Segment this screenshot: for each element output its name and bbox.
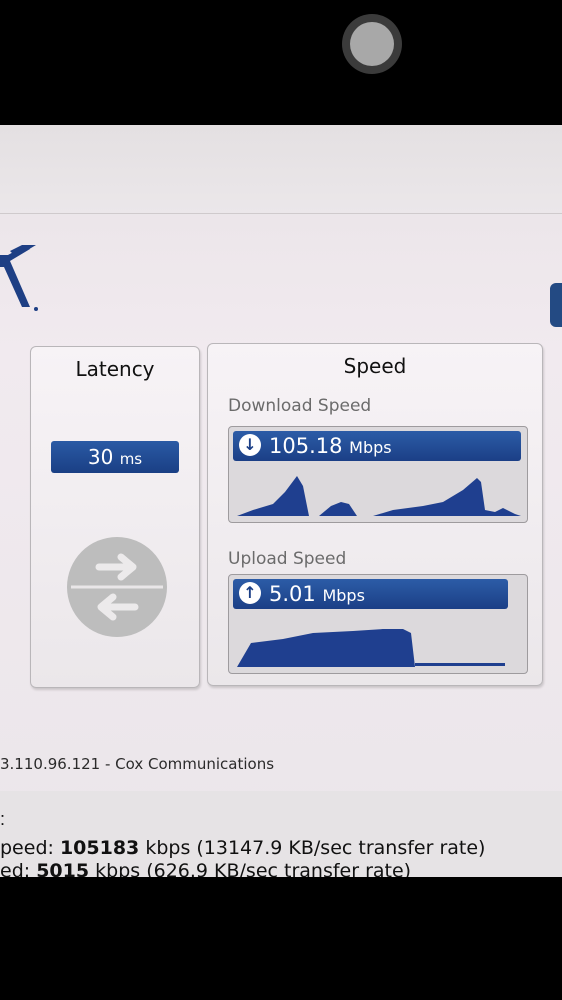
latency-unit: ms — [119, 450, 143, 468]
download-graph-box: ↓ 105.18 Mbps — [228, 426, 528, 523]
upload-speed-graph — [237, 629, 505, 667]
phone-camera-button — [342, 14, 402, 74]
download-speed-label: Download Speed — [228, 396, 372, 416]
speed-title: Speed — [343, 354, 407, 378]
monitor-screen: Latency 30 ms Speed Download Speed ↓ 105.… — [0, 125, 562, 877]
upload-graph-box: ↑ 5.01 Mbps — [228, 574, 528, 674]
latency-title: Latency — [75, 357, 155, 381]
download-result-line: peed: 105183 kbps (13147.9 KB/sec transf… — [0, 837, 485, 859]
ip-provider-text: 3.110.96.121 - Cox Communications — [0, 755, 275, 773]
upload-kbps: 5015 — [36, 860, 90, 877]
download-unit: Mbps — [349, 438, 392, 457]
down-arrow-icon: ↓ — [239, 434, 261, 456]
download-speed-bar: ↓ 105.18 Mbps — [233, 431, 521, 461]
download-result-suffix: kbps (13147.9 KB/sec transfer rate) — [139, 837, 486, 859]
download-kbps: 105183 — [59, 837, 140, 859]
upload-result-prefix: ed: — [0, 860, 37, 877]
up-arrow-icon: ↑ — [239, 582, 261, 604]
side-tab[interactable] — [550, 283, 562, 327]
upload-result-suffix: kbps (626.9 KB/sec transfer rate) — [89, 860, 412, 877]
download-result-prefix: peed: — [0, 837, 60, 859]
latency-value-badge: 30 ms — [51, 441, 179, 473]
phone-bezel-bottom — [0, 877, 562, 1000]
upload-result-line: ed: 5015 kbps (626.9 KB/sec transfer rat… — [0, 860, 411, 877]
latency-panel: Latency 30 ms — [30, 346, 200, 688]
header-strip — [0, 125, 562, 215]
speed-panel: Speed Download Speed ↓ 105.18 Mbps Upload… — [207, 343, 543, 686]
upload-value: 5.01 — [269, 582, 316, 606]
upload-speed-label: Upload Speed — [228, 549, 347, 569]
header-divider — [0, 213, 562, 214]
upload-speed-bar: ↑ 5.01 Mbps — [233, 579, 508, 609]
brand-logo-icon — [0, 245, 38, 311]
latency-value: 30 — [87, 445, 114, 469]
download-speed-graph — [237, 476, 521, 516]
exchange-arrows-icon — [67, 537, 167, 637]
upload-unit: Mbps — [322, 586, 365, 605]
download-value: 105.18 — [269, 434, 343, 458]
results-colon: : — [0, 809, 6, 829]
